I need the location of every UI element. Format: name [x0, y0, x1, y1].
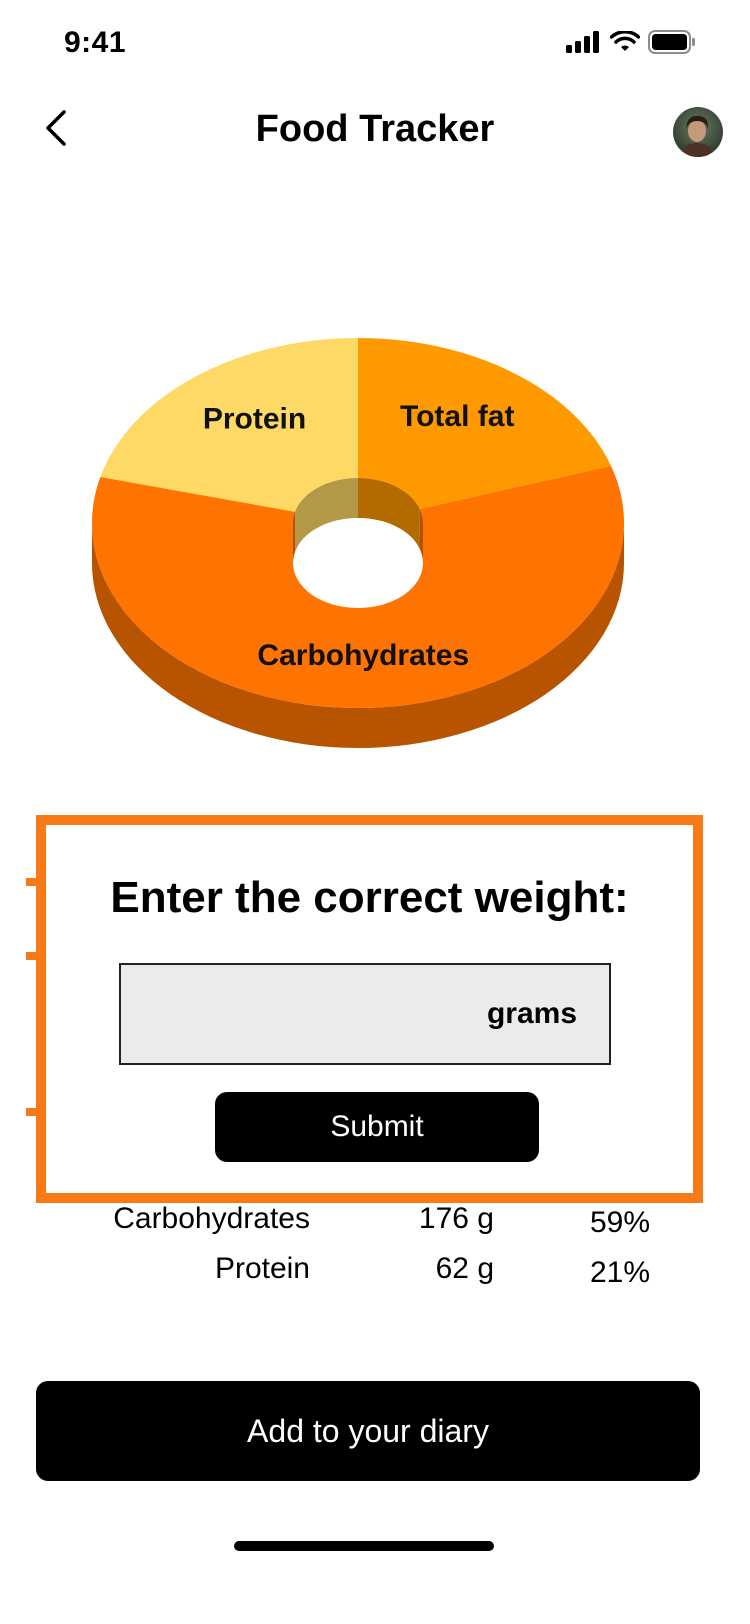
unit-label: grams [486, 997, 577, 1030]
wifi-icon [610, 31, 640, 51]
avatar[interactable] [673, 107, 723, 157]
status-icons [566, 30, 696, 54]
home-indicator [234, 1541, 494, 1551]
table-row: Protein 62 g 21% [0, 1252, 750, 1302]
submit-button[interactable]: Submit [215, 1092, 539, 1162]
nutrient-percent: 21% [589, 1256, 650, 1289]
page-title: Food Tracker [255, 108, 495, 150]
add-to-diary-button[interactable]: Add to your diary [36, 1381, 700, 1481]
table-row: Carbohydrates 176 g 59% [0, 1202, 750, 1252]
slice-label-2: Protein [203, 403, 306, 436]
nutrient-name: Protein [214, 1252, 310, 1285]
battery-icon [648, 30, 695, 54]
nutrient-name: Carbohydrates [113, 1202, 310, 1235]
weight-dialog: Enter the correct weight: grams Submit [36, 815, 703, 1203]
nutrient-amount: 176 g [418, 1202, 494, 1235]
status-time: 9:41 [64, 26, 127, 59]
dialog-title: Enter the correct weight: [110, 873, 629, 922]
slice-label-0: Total fat [400, 400, 514, 433]
nutrient-amount: 62 g [435, 1252, 494, 1285]
slice-label-1: Carbohydrates [257, 639, 469, 672]
signal-icon [566, 31, 599, 53]
nutrient-percent: 59% [589, 1206, 650, 1239]
macro-donut-chart: Total fat Carbohydrates Protein [91, 338, 624, 748]
donut-hole [293, 518, 423, 608]
weight-input[interactable]: grams [119, 963, 611, 1065]
